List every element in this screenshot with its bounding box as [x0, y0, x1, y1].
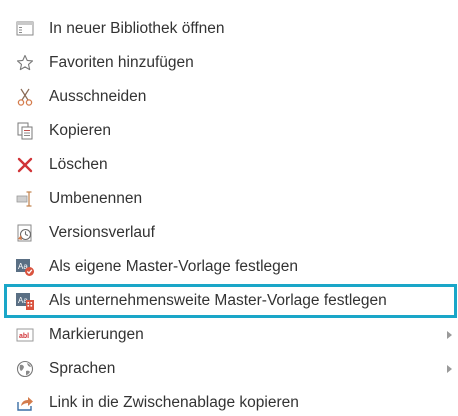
menu-item-label: Link in die Zwischenablage kopieren — [49, 394, 299, 411]
menu-item-version-history[interactable]: Versionsverlauf — [0, 216, 458, 250]
menu-item-label: Versionsverlauf — [49, 224, 155, 241]
menu-item-label: Kopieren — [49, 122, 112, 139]
menu-item-copy[interactable]: Kopieren — [0, 114, 458, 148]
menu-item-rename[interactable]: Umbenennen — [0, 182, 458, 216]
rename-icon — [15, 189, 35, 209]
svg-text:abl: abl — [19, 333, 29, 340]
menu-item-label: Umbenennen — [49, 190, 143, 207]
master-template-company-icon: Aa — [15, 291, 35, 311]
menu-item-languages[interactable]: Sprachen — [0, 352, 458, 386]
master-template-personal-icon: Aa — [15, 257, 35, 277]
menu-item-set-company-master-template[interactable]: Aa Als unternehmensweite Master-Vorlage … — [4, 284, 457, 318]
menu-item-set-personal-master-template[interactable]: Aa Als eigene Master-Vorlage festlegen — [0, 250, 458, 284]
menu-item-label: Als eigene Master-Vorlage festlegen — [49, 258, 299, 275]
tags-icon: abl — [15, 325, 35, 345]
menu-item-open-in-new-library[interactable]: In neuer Bibliothek öffnen — [0, 12, 458, 46]
menu-item-delete[interactable]: Löschen — [0, 148, 458, 182]
context-menu: In neuer Bibliothek öffnen Favoriten hin… — [0, 0, 458, 416]
globe-icon — [15, 359, 35, 379]
menu-item-label: Sprachen — [49, 360, 116, 377]
menu-item-label: Ausschneiden — [49, 88, 147, 105]
star-icon — [15, 53, 35, 73]
menu-item-label: In neuer Bibliothek öffnen — [49, 20, 225, 37]
menu-item-label: Markierungen — [49, 326, 144, 343]
menu-item-label: Favoriten hinzufügen — [49, 54, 194, 71]
submenu-arrow-icon — [447, 331, 452, 339]
version-history-icon — [15, 223, 35, 243]
menu-item-copy-link[interactable]: Link in die Zwischenablage kopieren — [0, 386, 458, 416]
menu-item-tags[interactable]: abl Markierungen — [0, 318, 458, 352]
submenu-arrow-icon — [447, 365, 452, 373]
menu-item-cut[interactable]: Ausschneiden — [0, 80, 458, 114]
menu-item-label: Löschen — [49, 156, 108, 173]
library-window-icon — [15, 19, 35, 39]
delete-x-icon — [15, 155, 35, 175]
menu-item-add-favorite[interactable]: Favoriten hinzufügen — [0, 46, 458, 80]
share-link-icon — [15, 393, 35, 413]
copy-icon — [15, 121, 35, 141]
scissors-icon — [15, 87, 35, 107]
menu-item-label: Als unternehmensweite Master-Vorlage fes… — [49, 292, 387, 309]
